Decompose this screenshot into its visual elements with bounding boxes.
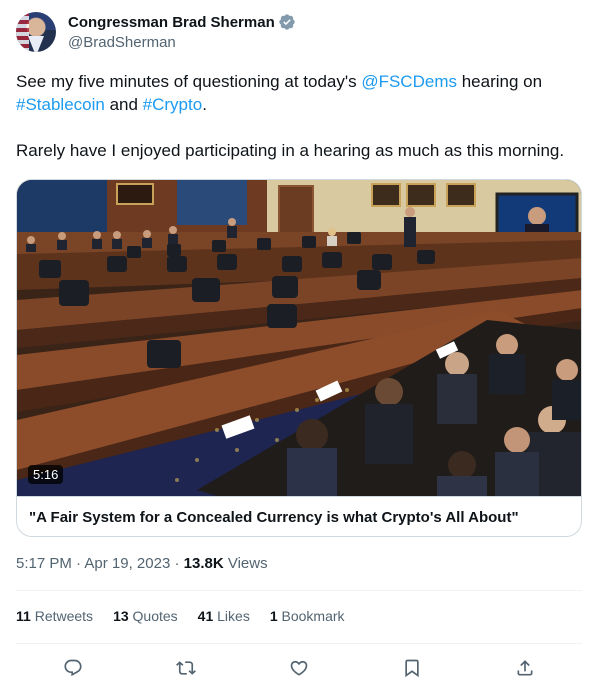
views-label: Views [227, 555, 268, 572]
bookmarks-label: Bookmark [281, 608, 345, 624]
likes-stat[interactable]: 41 Likes [198, 608, 250, 624]
video-player[interactable]: 5:16 [17, 180, 581, 496]
retweets-stat[interactable]: 11 Retweets [16, 608, 93, 624]
bookmarks-stat[interactable]: 1 Bookmark [270, 608, 345, 624]
text-segment: hearing on [456, 72, 543, 91]
likes-count: 41 [197, 608, 214, 624]
retweets-count: 11 [16, 608, 31, 624]
action-bar [16, 655, 582, 681]
tweet-meta: 5:17 PM · Apr 19, 2023 · 13.8K Views [16, 555, 268, 572]
avatar-shirt [28, 36, 44, 52]
engagement-stats: 11 Retweets 13 Quotes 41 Likes 1 Bookmar… [16, 608, 345, 624]
quotes-label: Quotes [132, 608, 178, 624]
video-card[interactable]: 5:16 "A Fair System for a Concealed Curr… [16, 179, 582, 537]
tweet-time[interactable]: 5:17 PM [16, 555, 72, 572]
reply-icon[interactable] [60, 655, 86, 681]
quotes-count: 13 [113, 608, 129, 624]
text-segment: See my five minutes of questioning at to… [16, 72, 362, 91]
text-segment: and [104, 95, 143, 114]
hashtag-link-crypto[interactable]: #Crypto [143, 95, 203, 114]
tweet-date[interactable]: Apr 19, 2023 [84, 555, 170, 572]
tweet-line-3: Rarely have I enjoyed participating in a… [16, 141, 565, 160]
quotes-stat[interactable]: 13 Quotes [113, 608, 178, 624]
retweets-label: Retweets [34, 608, 94, 624]
divider [16, 590, 582, 591]
share-icon[interactable] [512, 655, 538, 681]
views-count: 13.8K [183, 555, 224, 572]
handle[interactable]: @BradSherman [68, 34, 176, 51]
flag-graphic [16, 12, 29, 52]
hashtag-link-stablecoin[interactable]: #Stablecoin [16, 95, 105, 114]
retweet-icon[interactable] [173, 655, 199, 681]
like-icon[interactable] [286, 655, 312, 681]
tweet-line-1: See my five minutes of questioning at to… [16, 70, 582, 93]
video-duration: 5:16 [28, 465, 64, 484]
display-name[interactable]: Congressman Brad Sherman [68, 14, 275, 31]
mention-link[interactable]: @FSCDems [361, 72, 457, 91]
tweet-line-2: #Stablecoin and #Crypto. [16, 93, 582, 116]
hearing-room-thumbnail [17, 180, 581, 496]
name-row: Congressman Brad Sherman [68, 13, 296, 31]
tweet-text: See my five minutes of questioning at to… [16, 70, 582, 162]
verified-badge-icon[interactable] [278, 13, 296, 31]
tweet-header: Congressman Brad Sherman @BradSherman [16, 12, 582, 56]
video-caption[interactable]: "A Fair System for a Concealed Currency … [17, 496, 581, 536]
bookmarks-count: 1 [269, 608, 278, 624]
divider [16, 643, 582, 644]
bookmark-icon[interactable] [399, 655, 425, 681]
text-segment: . [202, 95, 207, 114]
avatar[interactable] [16, 12, 56, 52]
likes-label: Likes [217, 608, 250, 624]
separator: · [170, 555, 184, 572]
separator: · [71, 555, 85, 572]
